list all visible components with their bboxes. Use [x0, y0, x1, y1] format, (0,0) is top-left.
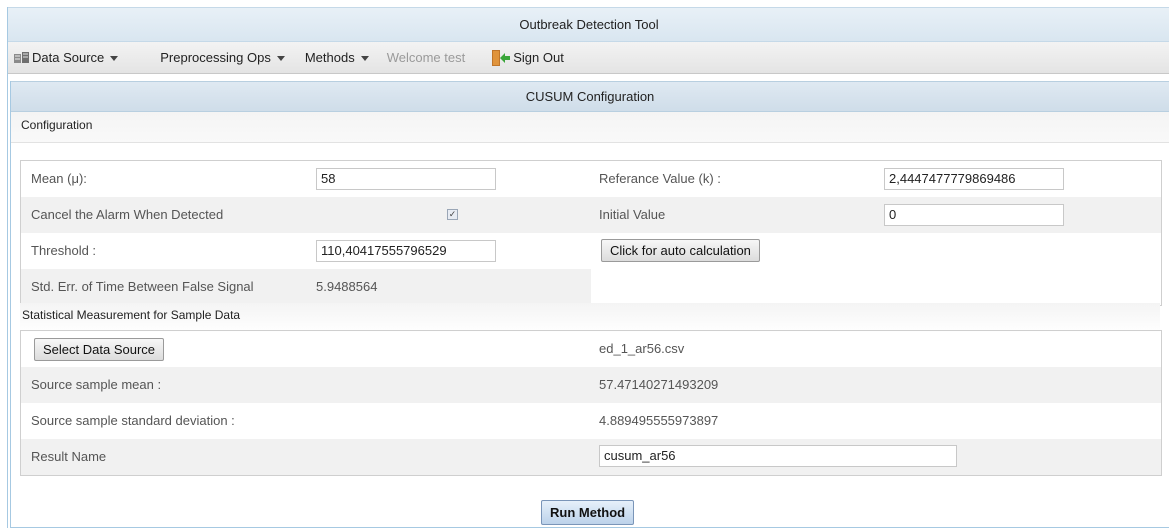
std-err-label: Std. Err. of Time Between False Signal [31, 279, 254, 294]
config-row-threshold: Threshold : Click for auto calculation [21, 233, 1161, 269]
result-name-label: Result Name [31, 449, 107, 464]
cusum-panel: CUSUM Configuration Configuration Mean (… [10, 81, 1169, 528]
menu-bar: Data Source Preprocessing Ops Methods We… [8, 42, 1169, 74]
reference-value-label: Referance Value (k) : [599, 171, 721, 186]
menu-methods[interactable]: Methods [305, 50, 369, 65]
menu-data-source-label: Data Source [32, 50, 105, 65]
configuration-header: Configuration [11, 112, 1169, 143]
stat-row-result-name: Result Name [21, 439, 1161, 475]
stat-row-std: Source sample standard deviation : 4.889… [21, 403, 1161, 439]
reference-value-input[interactable] [884, 168, 1064, 190]
select-data-source-button[interactable]: Select Data Source [34, 338, 165, 361]
std-err-value: 5.9488564 [316, 279, 378, 294]
cancel-alarm-checkbox[interactable]: ✓ [447, 209, 458, 220]
threshold-input[interactable] [316, 240, 496, 262]
menu-sign-out[interactable]: Sign Out [491, 49, 564, 67]
configuration-box: Mean (μ): Referance Value (k) : Cancel t… [20, 160, 1162, 306]
threshold-label: Threshold : [31, 243, 97, 258]
initial-value-input[interactable] [884, 204, 1064, 226]
statistics-header: Statistical Measurement for Sample Data [20, 303, 1160, 333]
stat-row-source: Select Data Source ed_1_ar56.csv [21, 331, 1161, 367]
initial-value-label: Initial Value [599, 207, 666, 222]
config-row-cancel-alarm: Cancel the Alarm When Detected ✓ Initial… [21, 197, 1161, 233]
app-window: Outbreak Detection Tool Data Source Prep… [7, 7, 1169, 528]
chevron-down-icon [276, 56, 285, 61]
app-title: Outbreak Detection Tool [8, 7, 1169, 42]
menu-preprocessing[interactable]: Preprocessing Ops [160, 50, 285, 65]
auto-calculation-button[interactable]: Click for auto calculation [601, 239, 760, 262]
menu-sign-out-label: Sign Out [513, 50, 564, 65]
sign-out-icon [491, 49, 511, 67]
panel-title: CUSUM Configuration [11, 81, 1169, 112]
chevron-down-icon [360, 56, 369, 61]
sample-mean-value: 57.47140271493209 [599, 377, 719, 392]
source-file-name: ed_1_ar56.csv [599, 341, 685, 356]
sample-std-label: Source sample standard deviation : [31, 413, 235, 428]
chevron-down-icon [110, 56, 119, 61]
sample-mean-label: Source sample mean : [31, 377, 162, 392]
result-name-input[interactable] [599, 445, 957, 467]
config-row-std-err: Std. Err. of Time Between False Signal 5… [21, 269, 591, 305]
welcome-user-text: Welcome test [386, 50, 466, 65]
menu-preprocessing-label: Preprocessing Ops [160, 50, 271, 65]
menu-methods-label: Methods [304, 50, 355, 65]
database-icon [14, 51, 30, 65]
sample-std-value: 4.889495555973897 [599, 413, 719, 428]
stat-row-mean: Source sample mean : 57.47140271493209 [21, 367, 1161, 403]
mean-label: Mean (μ): [31, 171, 87, 186]
config-row-mean: Mean (μ): Referance Value (k) : [21, 161, 1161, 197]
statistics-box: Select Data Source ed_1_ar56.csv Source … [20, 330, 1162, 476]
run-method-button[interactable]: Run Method [541, 500, 635, 525]
cancel-alarm-label: Cancel the Alarm When Detected [31, 207, 224, 222]
mean-input[interactable] [316, 168, 496, 190]
menu-data-source[interactable]: Data Source [14, 50, 119, 65]
